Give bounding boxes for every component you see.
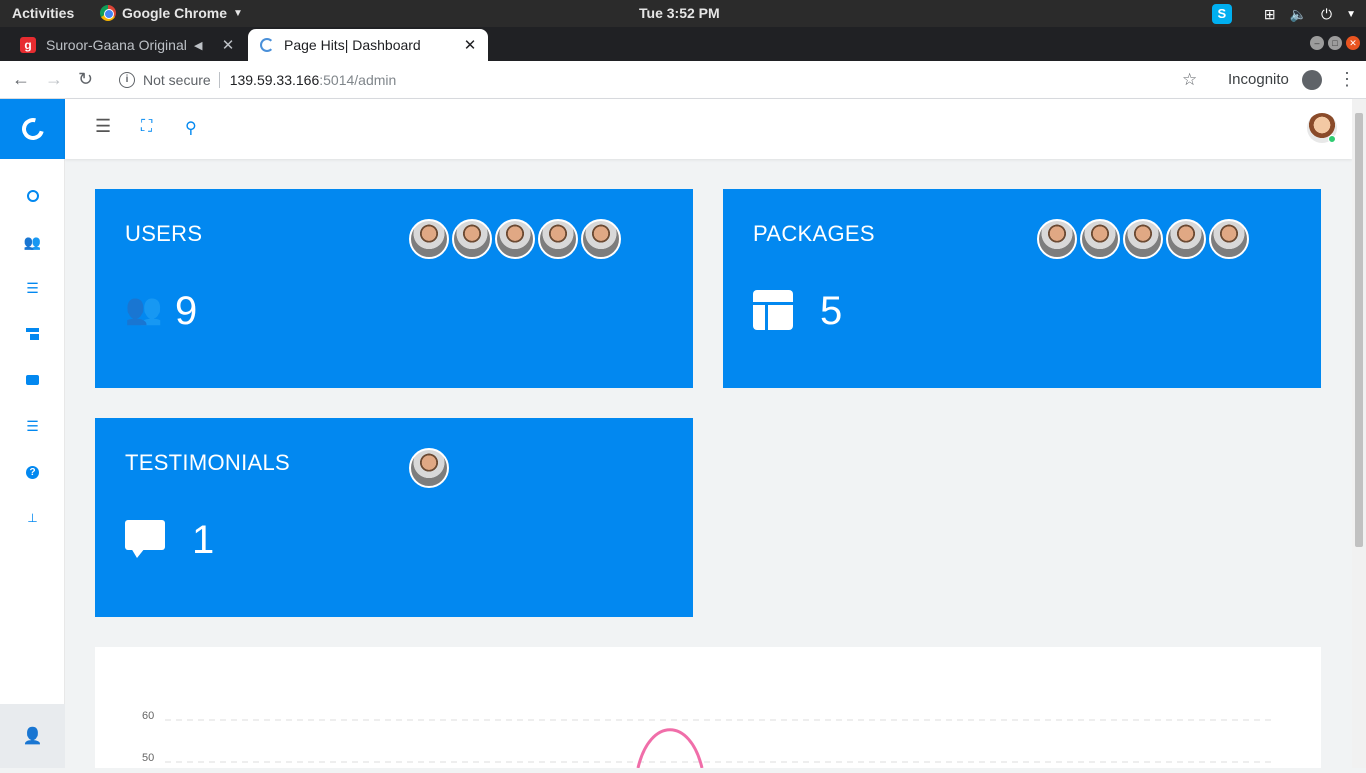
- sidebar: 👥 ☰ ☰ ? ⊥ 👤: [0, 99, 65, 768]
- avatar: [581, 219, 621, 259]
- sidebar-item-list[interactable]: ☰: [0, 265, 65, 311]
- info-icon[interactable]: i: [119, 72, 135, 88]
- scrollbar-thumb[interactable]: [1355, 113, 1363, 547]
- users-card[interactable]: USERS 👥 9: [95, 189, 693, 388]
- chevron-down-icon[interactable]: ▼: [1346, 9, 1356, 20]
- power-icon[interactable]: ⏻: [1321, 6, 1332, 23]
- comment-icon: [26, 375, 39, 385]
- brand-logo[interactable]: [0, 99, 65, 159]
- close-icon[interactable]: ✕: [218, 36, 238, 54]
- avatar-group: [409, 219, 621, 259]
- table-icon: [26, 328, 39, 340]
- forward-icon[interactable]: →: [45, 69, 63, 90]
- chart-panel: 60 50: [95, 647, 1321, 769]
- avatar-group: [1037, 219, 1249, 259]
- y-tick-label: 50: [142, 752, 154, 764]
- avatar: [1037, 219, 1077, 259]
- tab-strip: g Suroor-Gaana Original ◀︎ ✕ Page Hits| …: [0, 27, 1366, 79]
- minimize-button[interactable]: –: [1310, 36, 1324, 50]
- sidebar-item-users[interactable]: 👥: [0, 219, 65, 265]
- users-icon: 👥: [125, 293, 163, 326]
- security-label[interactable]: Not secure: [143, 72, 220, 88]
- tab-title: Suroor-Gaana Original: [46, 37, 187, 53]
- network-icon[interactable]: ⊞: [1264, 6, 1276, 23]
- kebab-menu-icon[interactable]: ⋮: [1338, 69, 1356, 90]
- card-title: USERS: [125, 221, 203, 246]
- address-bar[interactable]: i Not secure 139.59.33.166 :5014/admin: [112, 66, 1212, 94]
- user-icon: 👤: [22, 728, 43, 745]
- incognito-icon: [1302, 70, 1322, 90]
- sidebar-item-list-2[interactable]: ☰: [0, 403, 65, 449]
- loading-favicon-icon: [260, 38, 274, 52]
- card-value: 5: [820, 289, 843, 333]
- fullscreen-icon[interactable]: ⛶: [141, 118, 152, 136]
- chevron-down-icon: ▼: [233, 7, 243, 19]
- chrome-icon: [100, 5, 116, 21]
- avatar: [409, 448, 449, 488]
- card-title: TESTIMONIALS: [125, 450, 290, 475]
- activities-button[interactable]: Activities: [12, 5, 74, 21]
- sidebar-user-button[interactable]: 👤: [0, 704, 65, 768]
- tab-gaana[interactable]: g Suroor-Gaana Original ◀︎ ✕: [8, 29, 246, 61]
- app-menu[interactable]: Google Chrome ▼: [100, 5, 243, 21]
- online-status-badge: [1328, 135, 1336, 143]
- back-icon[interactable]: ←: [12, 69, 30, 90]
- sidebar-item-dashboard[interactable]: [0, 173, 65, 219]
- series-line: [636, 728, 704, 769]
- incognito-label: Incognito: [1228, 71, 1289, 88]
- y-tick-label: 60: [142, 710, 154, 722]
- avatar: [1123, 219, 1163, 259]
- testimonials-card[interactable]: TESTIMONIALS 1: [95, 418, 693, 617]
- url-host: 139.59.33.166: [229, 72, 320, 88]
- tab-title: Page Hits| Dashboard: [284, 37, 421, 53]
- list-icon: ☰: [26, 279, 39, 296]
- avatar: [452, 219, 492, 259]
- system-top-bar: Activities Google Chrome ▼ Tue 3:52 PM S…: [0, 0, 1366, 27]
- card-value: 1: [192, 518, 215, 562]
- dashboard-icon: [26, 190, 39, 202]
- sidebar-item-testimonials[interactable]: [0, 357, 65, 403]
- help-icon: ?: [26, 465, 39, 479]
- page-header: ☰ ⛶ ⚲: [65, 99, 1352, 159]
- table-icon: [753, 290, 793, 330]
- maximize-button[interactable]: □: [1328, 36, 1342, 50]
- card-value: 9: [175, 289, 198, 333]
- volume-icon[interactable]: 🔈: [1290, 6, 1307, 23]
- close-icon[interactable]: ✕: [460, 36, 480, 54]
- window-controls: – □ ✕: [1310, 36, 1360, 50]
- users-icon: 👥: [23, 233, 42, 250]
- bookmark-star-icon[interactable]: ☆: [1182, 70, 1197, 90]
- sidebar-item-sitemap[interactable]: ⊥: [0, 495, 65, 541]
- search-icon[interactable]: ⚲: [185, 118, 197, 138]
- avatar: [1209, 219, 1249, 259]
- sidebar-item-help[interactable]: ?: [0, 449, 65, 495]
- gaana-favicon-icon: g: [20, 37, 36, 53]
- tab-dashboard[interactable]: Page Hits| Dashboard ✕: [248, 29, 488, 61]
- page-scrollbar[interactable]: [1352, 99, 1366, 768]
- clock[interactable]: Tue 3:52 PM: [639, 5, 720, 21]
- comment-icon: [125, 520, 165, 558]
- app-name: Google Chrome: [122, 5, 228, 21]
- hamburger-icon[interactable]: ☰: [95, 116, 111, 137]
- packages-card[interactable]: PACKAGES 5: [723, 189, 1321, 388]
- system-tray[interactable]: S ⊞ 🔈 ⏻ ▼: [1211, 4, 1356, 24]
- sidebar-item-packages[interactable]: [0, 311, 65, 357]
- logo-icon: [17, 113, 48, 145]
- avatar: [1166, 219, 1206, 259]
- avatar-group: [409, 448, 449, 488]
- card-title: PACKAGES: [753, 221, 875, 246]
- browser-toolbar: ← → ↻ i Not secure 139.59.33.166 :5014/a…: [0, 61, 1366, 99]
- line-chart: 60 50: [142, 710, 1271, 769]
- avatar: [495, 219, 535, 259]
- reload-icon[interactable]: ↻: [78, 69, 93, 90]
- url-path: :5014/admin: [319, 72, 397, 88]
- avatar: [538, 219, 578, 259]
- skype-icon[interactable]: S: [1211, 4, 1232, 24]
- list-icon: ☰: [26, 417, 39, 434]
- mute-icon[interactable]: ◀︎: [194, 39, 210, 52]
- sitemap-icon: ⊥: [27, 511, 38, 525]
- avatar: [1080, 219, 1120, 259]
- avatar: [409, 219, 449, 259]
- close-window-button[interactable]: ✕: [1346, 36, 1360, 50]
